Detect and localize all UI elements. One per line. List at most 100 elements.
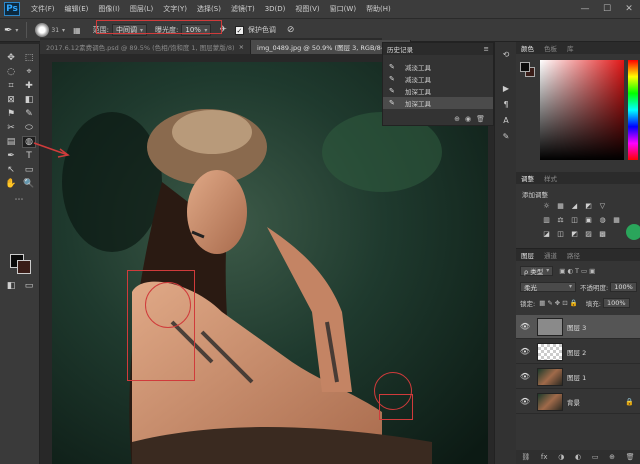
screen-mode-icon[interactable]: ▭	[22, 280, 36, 292]
color-picker-field[interactable]	[540, 60, 624, 160]
trash-icon[interactable]: 🗑	[626, 453, 635, 461]
fill-input[interactable]: 100%	[602, 297, 630, 308]
curves-icon[interactable]: ◢	[570, 202, 579, 210]
layer-row[interactable]: 👁 图层 3	[516, 315, 640, 339]
group-icon[interactable]: ▭	[592, 453, 599, 461]
tab-styles[interactable]: 样式	[539, 173, 562, 183]
channel-mixer-icon[interactable]: ◍	[598, 216, 607, 224]
black-white-icon[interactable]: ◫	[570, 216, 579, 224]
gradient-tool-icon[interactable]: ⬭	[22, 122, 36, 134]
tool-preset-picker[interactable]: ✒ ▾	[0, 18, 22, 42]
history-state[interactable]: ✎ 减淡工具	[383, 73, 493, 85]
menu-3d[interactable]: 3D(D)	[260, 5, 291, 13]
menu-view[interactable]: 视图(V)	[290, 4, 324, 14]
paragraph-icon[interactable]: ¶	[500, 98, 512, 110]
lasso-tool-icon[interactable]: ◌	[4, 66, 18, 78]
crop-tool-icon[interactable]: ⌗	[4, 80, 18, 92]
tab-swatches[interactable]: 色板	[539, 43, 562, 53]
clone-stamp-tool-icon[interactable]: ⚑	[4, 108, 18, 120]
history-state[interactable]: ✎ 减淡工具	[383, 61, 493, 73]
zoom-tool-icon[interactable]: 🔍	[22, 178, 36, 190]
color-balance-icon[interactable]: ⚖	[556, 216, 565, 224]
blur-tool-icon[interactable]: ▤	[4, 136, 18, 148]
blend-mode-select[interactable]: 柔光 ▾	[520, 281, 576, 292]
more-tools-icon[interactable]: ⋯	[12, 194, 26, 206]
menu-help[interactable]: 帮助(H)	[361, 4, 396, 14]
visibility-eye-icon[interactable]: 👁	[519, 322, 531, 331]
exposure-icon[interactable]: ◩	[584, 202, 593, 210]
adjustment-layer-icon[interactable]: ◐	[575, 453, 581, 461]
link-layers-icon[interactable]: ⛓	[521, 453, 530, 461]
hue-saturation-icon[interactable]: ▥	[542, 216, 551, 224]
filter-icons[interactable]: ▣◐T▭▣	[559, 267, 597, 275]
trash-icon[interactable]: 🗑	[476, 115, 485, 123]
menu-select[interactable]: 选择(S)	[192, 4, 226, 14]
vibrance-icon[interactable]: ▽	[598, 202, 607, 210]
quick-select-tool-icon[interactable]: ⌖	[22, 66, 36, 78]
threshold-icon[interactable]: ◩	[570, 230, 579, 238]
tab-paths[interactable]: 路径	[562, 250, 585, 260]
history-state-selected[interactable]: ✎ 加深工具	[383, 97, 493, 109]
visibility-eye-icon[interactable]: 👁	[519, 372, 531, 381]
snapshot-icon[interactable]: ◉	[465, 115, 471, 123]
eraser-tool-icon[interactable]: ✂	[4, 122, 18, 134]
invert-icon[interactable]: ◪	[542, 230, 551, 238]
lock-icons[interactable]: ▦✎✥⊡🔒	[539, 299, 580, 307]
brush-settings-icon[interactable]: ✎	[500, 130, 512, 142]
path-select-tool-icon[interactable]: ↖	[4, 164, 18, 176]
opacity-input[interactable]: 100%	[610, 281, 637, 292]
layer-row[interactable]: 👁 背景 🔒	[516, 390, 640, 414]
gradient-map-icon[interactable]: ▨	[584, 230, 593, 238]
history-brush-tool-icon[interactable]: ✎	[22, 108, 36, 120]
hand-tool-icon[interactable]: ✋	[4, 178, 18, 190]
tab-color[interactable]: 颜色	[516, 43, 539, 53]
visibility-eye-icon[interactable]: 👁	[519, 347, 531, 356]
layer-row[interactable]: 👁 图层 1	[516, 365, 640, 389]
floating-badge-icon[interactable]	[626, 224, 640, 240]
menu-layer[interactable]: 图层(L)	[125, 4, 158, 14]
pen-tool-icon[interactable]: ✒	[4, 150, 18, 162]
photo-filter-icon[interactable]: ▣	[584, 216, 593, 224]
menu-file[interactable]: 文件(F)	[26, 4, 60, 14]
eyedropper-tool-icon[interactable]: ✚	[22, 80, 36, 92]
menu-window[interactable]: 窗口(W)	[325, 4, 361, 14]
menu-image[interactable]: 图像(I)	[93, 4, 125, 14]
menu-type[interactable]: 文字(Y)	[158, 4, 192, 14]
brightness-icon[interactable]: ☼	[542, 202, 551, 210]
tab-channels[interactable]: 通道	[539, 250, 562, 260]
tab-psd-document[interactable]: 2017.6.12素费调色.psd @ 89.5% (色相/饱和度 1, 图层蒙…	[40, 40, 252, 54]
menu-filter[interactable]: 滤镜(T)	[226, 4, 260, 14]
maximize-button[interactable]: ☐	[596, 0, 618, 18]
layer-style-icon[interactable]: fx	[541, 453, 548, 461]
tab-adjustments[interactable]: 调整	[516, 173, 539, 183]
new-layer-icon[interactable]: ⊕	[609, 453, 615, 461]
tab-layers[interactable]: 图层	[516, 250, 539, 260]
tab-libraries[interactable]: 库	[562, 43, 579, 53]
brush-tool-icon[interactable]: ◧	[22, 94, 36, 106]
minimize-button[interactable]: —	[574, 0, 596, 18]
posterize-icon[interactable]: ◫	[556, 230, 565, 238]
visibility-eye-icon[interactable]: 👁	[519, 397, 531, 406]
background-color-swatch[interactable]	[17, 260, 31, 274]
healing-tool-icon[interactable]: ⊠	[4, 94, 18, 106]
marquee-tool-icon[interactable]: ⬚	[22, 52, 36, 64]
panel-menu-icon[interactable]: ≡	[484, 45, 489, 53]
layer-row[interactable]: 👁 图层 2	[516, 340, 640, 364]
layer-kind-filter[interactable]: ρ 类型 ▾	[520, 265, 554, 276]
menu-edit[interactable]: 编辑(E)	[60, 4, 94, 14]
protect-tones-checkbox[interactable]: ✓	[234, 25, 244, 35]
close-button[interactable]: ✕	[618, 0, 640, 18]
new-document-icon[interactable]: ⊕	[454, 115, 460, 123]
levels-icon[interactable]: ▦	[556, 202, 565, 210]
layer-mask-icon[interactable]: ◑	[558, 453, 564, 461]
foreground-color-swatch[interactable]	[520, 62, 530, 72]
quick-mask-icon[interactable]: ◧	[4, 280, 18, 292]
selective-color-icon[interactable]: ▩	[598, 230, 607, 238]
close-icon[interactable]: ×	[239, 43, 244, 51]
move-tool-icon[interactable]: ✥	[4, 52, 18, 64]
actions-icon[interactable]: ▶	[500, 82, 512, 94]
hue-slider[interactable]	[628, 60, 638, 160]
color-lookup-icon[interactable]: ▦	[612, 216, 621, 224]
history-state[interactable]: ✎ 加深工具	[383, 85, 493, 97]
history-icon[interactable]: ⟲	[500, 48, 512, 60]
